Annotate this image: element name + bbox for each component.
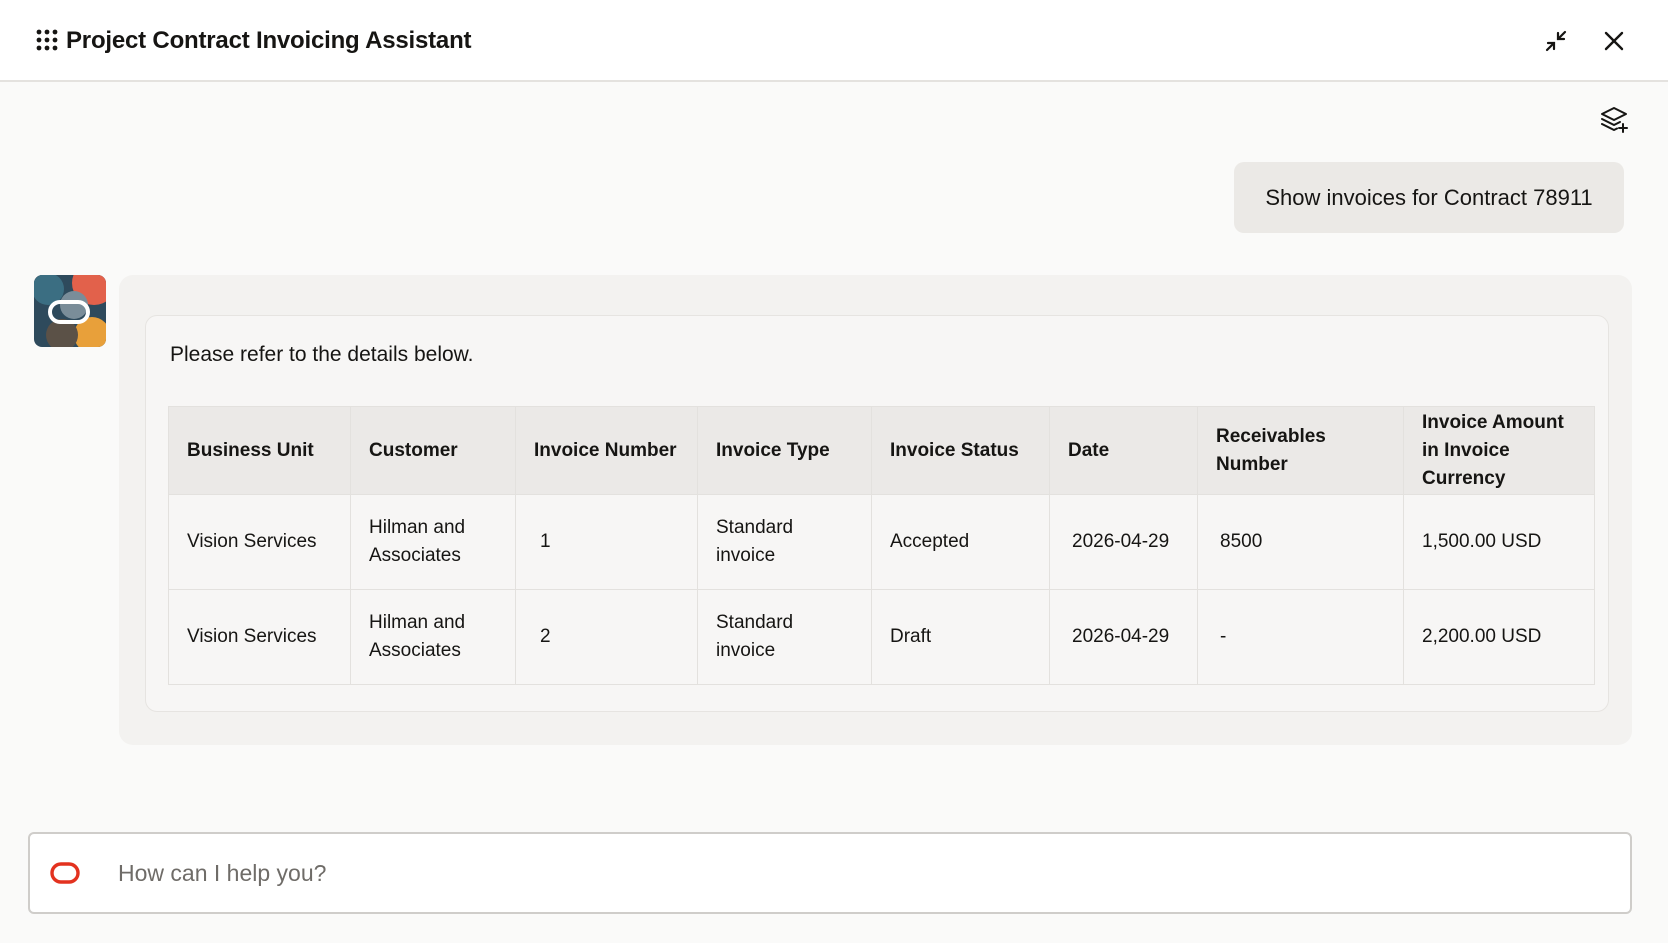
table-cell: Draft xyxy=(871,589,1050,685)
minimize-button[interactable] xyxy=(1540,25,1572,57)
assistant-avatar xyxy=(34,275,106,347)
table-cell: - xyxy=(1197,589,1404,685)
close-button[interactable] xyxy=(1598,25,1630,57)
column-header[interactable]: Receivables Number xyxy=(1197,406,1404,495)
grid-dots-icon[interactable] xyxy=(36,29,58,51)
oracle-logo-icon xyxy=(50,862,80,884)
response-intro-text: Please refer to the details below. xyxy=(170,343,474,366)
column-header[interactable]: Invoice Status xyxy=(871,406,1050,495)
collapse-arrows-icon xyxy=(1545,30,1567,52)
chat-prompt-input[interactable] xyxy=(118,850,1598,896)
table-row: Vision Services Hilman and Associates 2 … xyxy=(168,589,1595,685)
table-cell: Vision Services xyxy=(168,589,351,685)
table-cell: 2 xyxy=(515,589,698,685)
table-cell: 1 xyxy=(515,494,698,590)
table-row: Vision Services Hilman and Associates 1 … xyxy=(168,494,1595,590)
layers-plus-icon[interactable] xyxy=(1598,104,1630,136)
column-header[interactable]: Invoice Type xyxy=(697,406,872,495)
assistant-response-card: Please refer to the details below. Busin… xyxy=(119,275,1632,745)
column-header[interactable]: Invoice Number xyxy=(515,406,698,495)
column-header[interactable]: Date xyxy=(1049,406,1198,495)
column-header[interactable]: Customer xyxy=(350,406,516,495)
app-header: Project Contract Invoicing Assistant xyxy=(0,0,1668,82)
table-cell: Vision Services xyxy=(168,494,351,590)
user-message-bubble: Show invoices for Contract 78911 xyxy=(1234,162,1624,233)
table-cell: Standard invoice xyxy=(697,589,872,685)
table-cell: 1,500.00 USD xyxy=(1403,494,1595,590)
invoices-table: Business Unit Customer Invoice Number In… xyxy=(168,406,1595,685)
table-cell: 2026-04-29 xyxy=(1049,494,1198,590)
close-icon xyxy=(1604,31,1624,51)
table-cell: Standard invoice xyxy=(697,494,872,590)
table-cell: Accepted xyxy=(871,494,1050,590)
table-cell: Hilman and Associates xyxy=(350,589,516,685)
column-header[interactable]: Business Unit xyxy=(168,406,351,495)
table-header-row: Business Unit Customer Invoice Number In… xyxy=(168,406,1595,495)
response-details-panel: Please refer to the details below. Busin… xyxy=(145,315,1609,712)
table-cell: Hilman and Associates xyxy=(350,494,516,590)
table-cell: 2,200.00 USD xyxy=(1403,589,1595,685)
app-title: Project Contract Invoicing Assistant xyxy=(66,27,472,54)
table-cell: 8500 xyxy=(1197,494,1404,590)
chat-input-bar[interactable] xyxy=(28,832,1632,914)
column-header[interactable]: Invoice Amount in Invoice Currency xyxy=(1403,406,1595,495)
table-cell: 2026-04-29 xyxy=(1049,589,1198,685)
